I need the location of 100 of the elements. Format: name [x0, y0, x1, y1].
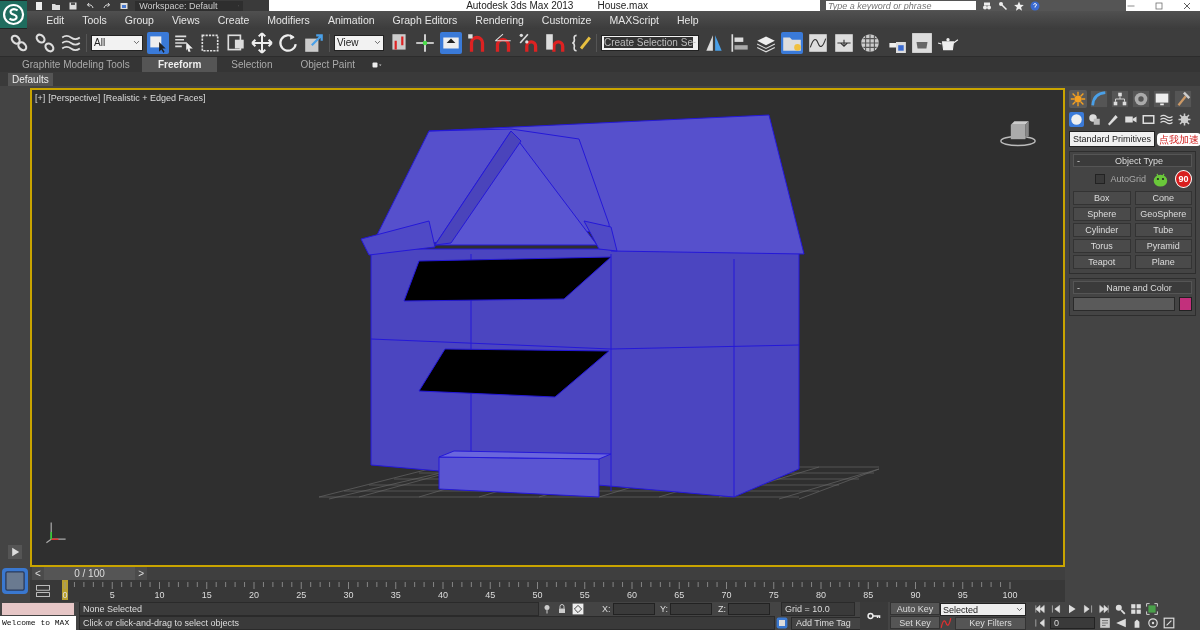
project-folder-icon[interactable] [118, 0, 131, 11]
menu-item[interactable]: Create [208, 14, 259, 26]
go-to-start-icon[interactable] [1034, 603, 1046, 615]
menu-item[interactable]: Group [115, 14, 163, 26]
curve-icon[interactable] [1090, 90, 1108, 108]
menu-item[interactable]: MAXScript [600, 14, 668, 26]
previous-key-icon[interactable] [1050, 603, 1062, 615]
align-icon[interactable] [729, 31, 751, 54]
collapse-toggle[interactable]: - [1074, 155, 1087, 166]
search-field[interactable]: Type a keyword or phrase [826, 1, 976, 10]
selection-filter-dropdown[interactable]: All [91, 34, 143, 51]
menu-item[interactable]: Modifiers [258, 14, 319, 26]
primitive-button[interactable]: Box [1073, 191, 1131, 205]
name-field[interactable] [1073, 297, 1175, 311]
time-config-icon[interactable] [1099, 617, 1111, 629]
coordinate-field[interactable] [670, 603, 712, 615]
checkbox[interactable] [1095, 174, 1105, 184]
primitive-button[interactable]: Cylinder [1073, 223, 1131, 237]
primitive-button[interactable]: Pyramid [1134, 239, 1192, 253]
coordinate-field[interactable] [728, 603, 770, 615]
listener-input[interactable] [2, 603, 74, 615]
object-category-dropdown[interactable]: Standard Primitives [1069, 131, 1156, 147]
set-key-button[interactable]: Set Key [890, 616, 940, 629]
save-icon[interactable] [67, 0, 80, 11]
app-logo-icon[interactable] [0, 0, 28, 29]
primitive-button[interactable]: GeoSphere [1134, 207, 1192, 221]
close-icon[interactable] [1182, 0, 1192, 11]
time-slider-track[interactable]: < 0 / 100 > [30, 567, 1065, 580]
menu-item[interactable]: Edit [37, 14, 74, 26]
time-slider-thumb[interactable]: < 0 / 100 > [32, 567, 147, 580]
sun-icon[interactable] [1069, 90, 1087, 108]
viewport-label[interactable]: [+] [35, 93, 46, 103]
cursor-cube-icon[interactable] [147, 31, 169, 54]
help-icon[interactable] [1030, 0, 1040, 11]
menu-item[interactable]: Help [668, 14, 708, 26]
ribbon-tab[interactable]: Freeform [142, 57, 218, 72]
primitive-button[interactable]: Teapot [1073, 255, 1131, 269]
braces-pencil-icon[interactable] [570, 31, 592, 54]
monitor-icon[interactable] [1153, 90, 1171, 108]
ribbon-tab[interactable]: Object Paint [286, 57, 369, 72]
scale-icon[interactable] [303, 31, 325, 54]
disc-icon[interactable] [1132, 90, 1150, 108]
next-key-icon[interactable] [1082, 603, 1094, 615]
viewport-label[interactable]: [Perspective] [48, 93, 101, 103]
time-tag-icon[interactable] [776, 617, 788, 629]
transform-mode-icon[interactable] [572, 603, 584, 615]
play-icon[interactable] [8, 545, 22, 559]
key-filters-button[interactable]: Key Filters [955, 616, 1026, 630]
collapse-toggle[interactable]: - [1074, 282, 1087, 293]
viewport-label[interactable]: [Realistic + Edged Faces] [103, 93, 206, 103]
key-icon[interactable] [998, 0, 1008, 11]
percent-magnet-icon[interactable] [518, 31, 540, 54]
menu-item[interactable]: Tools [73, 14, 116, 26]
maximize-icon[interactable] [1154, 0, 1164, 11]
zoom-extents-icon[interactable] [1146, 603, 1158, 615]
named-selection-dropdown[interactable]: Create Selection Se [601, 34, 699, 51]
wave-icon[interactable] [1159, 112, 1174, 127]
pin-icon[interactable] [542, 603, 552, 615]
key-mode-icon[interactable] [1034, 617, 1046, 629]
teapot-frame-icon[interactable] [911, 31, 933, 54]
key-mode-dropdown[interactable]: Selected [940, 603, 1026, 616]
count-badge[interactable]: 90 [1174, 170, 1192, 188]
shapes-icon[interactable] [1087, 112, 1102, 127]
zoom-icon[interactable] [1114, 603, 1126, 615]
dashed-rectangle-icon[interactable] [199, 31, 221, 54]
maximize-viewport-icon[interactable] [1163, 617, 1175, 629]
frame-field[interactable]: 0 [1050, 617, 1095, 629]
coordinate-system-dropdown[interactable]: View [334, 34, 384, 51]
field-of-view-icon[interactable] [1115, 617, 1127, 629]
primitive-button[interactable]: Tube [1134, 223, 1192, 237]
move-arrows-icon[interactable] [251, 31, 273, 54]
arrow-box-icon[interactable] [440, 31, 462, 54]
schematic-icon[interactable] [833, 31, 855, 54]
primitive-button[interactable]: Sphere [1073, 207, 1131, 221]
go-to-end-icon[interactable] [1098, 603, 1110, 615]
spinner-magnet-icon[interactable] [544, 31, 566, 54]
star-icon[interactable] [1014, 0, 1024, 11]
menu-item[interactable]: Animation [318, 14, 384, 26]
menu-item[interactable]: Graph Editors [383, 14, 467, 26]
sphere-icon[interactable] [1069, 112, 1084, 127]
workspace-dropdown[interactable]: Workspace: Default [135, 0, 244, 11]
primitive-button[interactable]: Plane [1134, 255, 1192, 269]
zoom-all-icon[interactable] [1130, 603, 1142, 615]
coordinate-field[interactable] [612, 603, 655, 615]
ribbon-panel-tab[interactable]: Defaults [8, 72, 53, 86]
checkered-sphere-icon[interactable] [859, 31, 881, 54]
previous-frame-button[interactable]: < [32, 567, 44, 580]
hierarchy-icon[interactable] [1111, 90, 1129, 108]
lock-icon[interactable] [557, 603, 567, 615]
broken-chain-icon[interactable] [34, 31, 56, 54]
rotate-icon[interactable] [277, 31, 299, 54]
menu-item[interactable]: Rendering [466, 14, 533, 26]
viewport[interactable]: [+] [Perspective] [Realistic + Edged Faces] [30, 88, 1065, 567]
color-swatch[interactable] [1179, 297, 1192, 311]
folder-icon[interactable] [781, 31, 803, 54]
menu-item[interactable]: Views [162, 14, 209, 26]
primitive-button[interactable]: Torus [1073, 239, 1131, 253]
primitive-button[interactable]: Cone [1134, 191, 1192, 205]
orbit-icon[interactable] [1147, 617, 1159, 629]
auto-key-button[interactable]: Auto Key [890, 602, 940, 615]
